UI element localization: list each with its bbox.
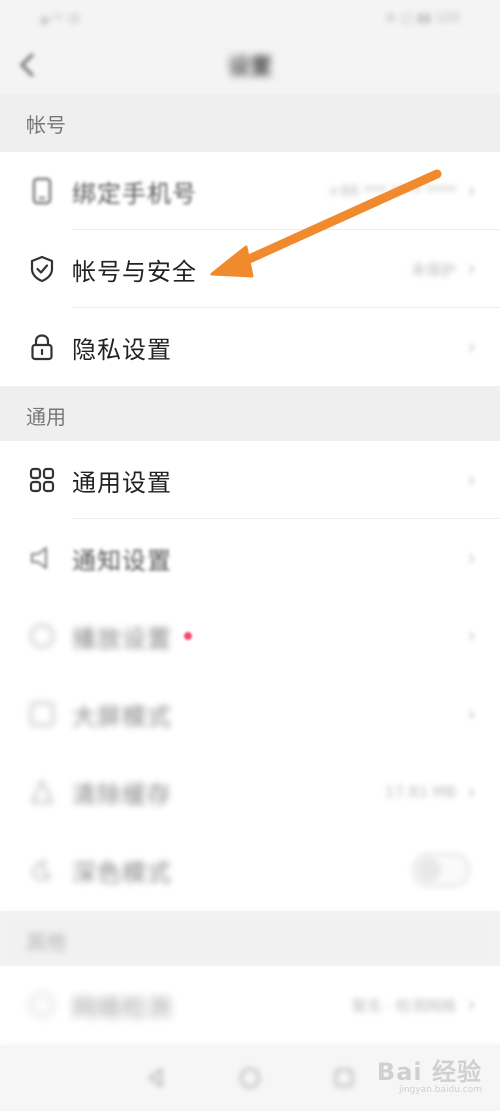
home-circle-icon[interactable] xyxy=(238,1066,262,1090)
row-label-clear-cache: 清除缓存 xyxy=(72,780,172,809)
row-bind-phone[interactable]: 绑定手机号 +86 *** **** **** › xyxy=(0,152,500,230)
chevron-right-icon: › xyxy=(467,178,476,204)
moon-icon xyxy=(28,856,56,884)
chevron-right-icon: › xyxy=(467,545,476,571)
row-label-notify-settings: 通知设置 xyxy=(72,546,172,575)
screen-icon xyxy=(28,700,56,728)
row-network-check[interactable]: 网络检测 暂无 · 检测网络 › xyxy=(0,966,500,1044)
status-bar: ▪ᴸᵀᴱ 中 ⊛ ◫ ▮▮ 100 xyxy=(0,0,500,36)
row-label-privacy: 隐私设置 xyxy=(72,335,172,364)
watermark-url: jingyan.baidu.com xyxy=(398,1085,482,1095)
row-label-dark-mode: 深色模式 xyxy=(72,858,172,887)
chevron-right-icon: › xyxy=(467,256,476,282)
network-icon xyxy=(28,991,56,1019)
chevron-right-icon: › xyxy=(467,701,476,727)
row-label-play-settings: 播放设置 xyxy=(72,624,172,653)
row-label-account-security: 帐号与安全 xyxy=(72,257,197,286)
account-card: 绑定手机号 +86 *** **** **** › 帐号与安全 未保护 › 隐私… xyxy=(0,152,500,386)
notification-dot xyxy=(184,632,192,640)
row-label-general-settings: 通用设置 xyxy=(72,468,172,497)
status-left: ▪ᴸᵀᴱ 中 xyxy=(40,12,81,28)
nav-bar: 设置 xyxy=(0,36,500,94)
chevron-right-icon: › xyxy=(467,623,476,649)
row-value-clear-cache: 17.81 MB xyxy=(385,783,456,801)
section-header-other: 其他 xyxy=(0,911,500,969)
row-account-security[interactable]: 帐号与安全 未保护 › xyxy=(0,230,500,308)
recent-square-icon[interactable] xyxy=(333,1067,355,1089)
row-value-bind-phone: +86 *** **** **** xyxy=(327,182,456,200)
row-value-network-check: 暂无 · 检测网络 xyxy=(351,996,456,1015)
speaker-icon xyxy=(28,544,56,572)
row-label-big-screen: 大屏模式 xyxy=(72,702,172,731)
general-card: 通用设置 › 通知设置 › 播放设置 › 大屏模式 › 清除缓存 17.81 M… xyxy=(0,441,500,911)
broom-icon xyxy=(28,778,56,806)
phone-icon xyxy=(28,177,56,205)
chevron-left-icon xyxy=(19,53,34,77)
section-header-general: 通用 xyxy=(0,386,500,444)
row-label-network-check: 网络检测 xyxy=(72,993,172,1022)
section-header-account: 帐号 xyxy=(0,94,500,152)
row-dark-mode[interactable]: 深色模式 xyxy=(0,831,500,909)
watermark-logo-text: Bai 经验 xyxy=(376,1058,482,1086)
row-general-settings[interactable]: 通用设置 › xyxy=(0,441,500,519)
chevron-right-icon: › xyxy=(467,467,476,493)
page-title: 设置 xyxy=(227,55,272,80)
chevron-right-icon: › xyxy=(467,779,476,805)
row-label-bind-phone: 绑定手机号 xyxy=(72,179,197,208)
lock-icon xyxy=(28,333,56,361)
row-big-screen[interactable]: 大屏模式 › xyxy=(0,675,500,753)
chevron-right-icon: › xyxy=(467,992,476,1018)
baidu-watermark: Bai 经验 jingyan.baidu.com xyxy=(377,1052,482,1095)
row-privacy[interactable]: 隐私设置 › xyxy=(0,308,500,386)
row-value-account-security: 未保护 xyxy=(410,260,456,279)
chevron-right-icon: › xyxy=(467,334,476,360)
shield-check-icon xyxy=(28,255,56,283)
back-triangle-icon[interactable] xyxy=(145,1067,167,1089)
row-clear-cache[interactable]: 清除缓存 17.81 MB › xyxy=(0,753,500,831)
other-card: 网络检测 暂无 · 检测网络 › xyxy=(0,966,500,1045)
play-circle-icon xyxy=(28,622,56,650)
row-play-settings[interactable]: 播放设置 › xyxy=(0,597,500,675)
status-right: ⊛ ◫ ▮▮ 100 xyxy=(385,10,460,26)
row-notify-settings[interactable]: 通知设置 › xyxy=(0,519,500,597)
grid-icon xyxy=(28,466,56,494)
back-button[interactable] xyxy=(10,48,44,82)
dark-mode-toggle[interactable] xyxy=(412,853,470,887)
